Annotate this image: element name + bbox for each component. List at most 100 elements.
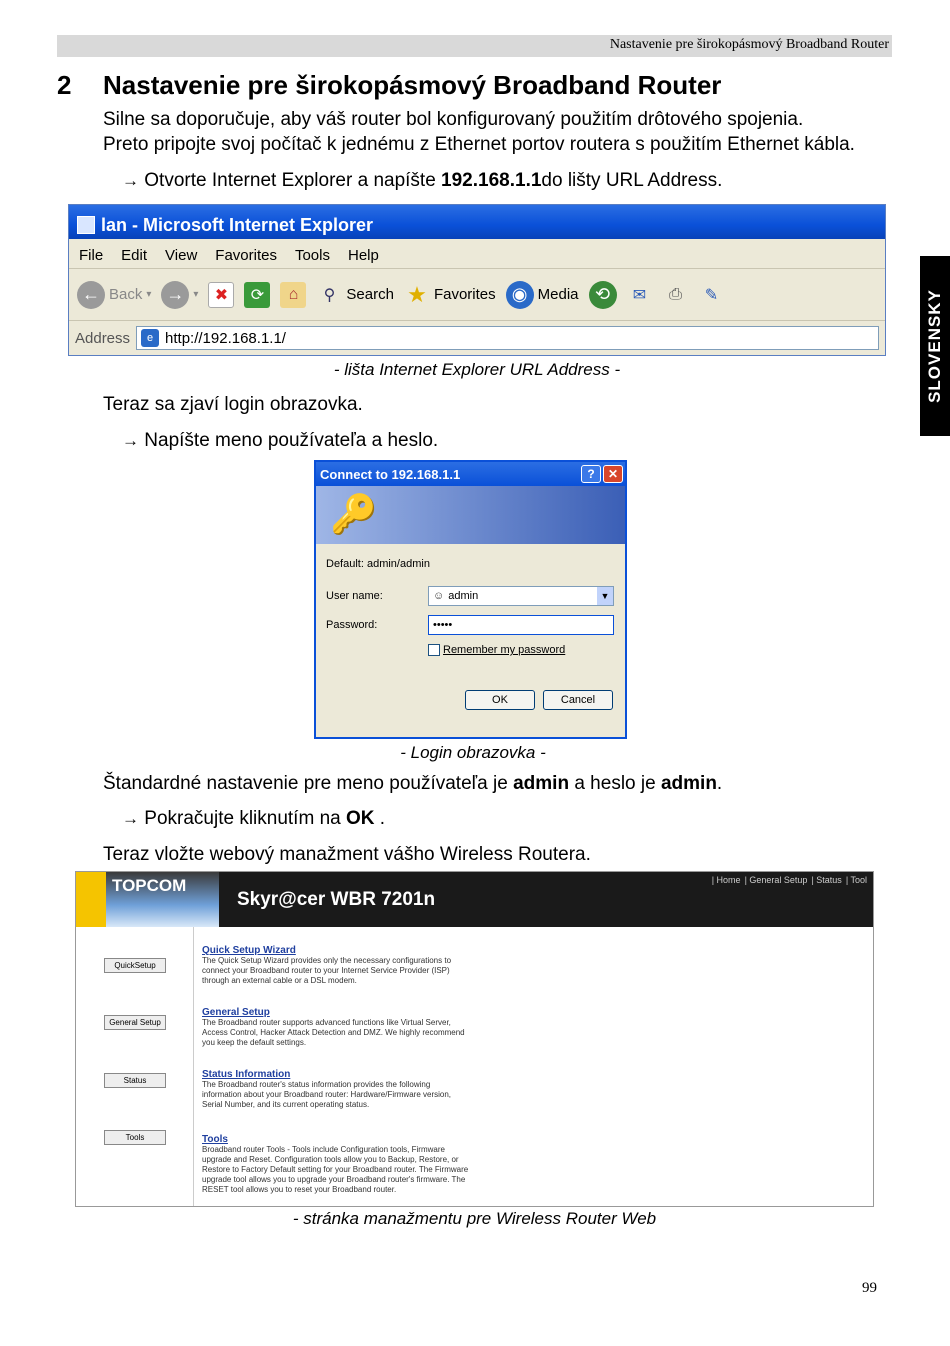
password-field[interactable]: ••••• — [428, 615, 614, 635]
menu-help[interactable]: Help — [348, 247, 379, 264]
menu-tools[interactable]: Tools — [295, 247, 330, 264]
status-button[interactable]: Status — [104, 1073, 166, 1088]
history-icon[interactable]: ⟲ — [588, 280, 617, 309]
ie-toolbar: ← Back ▾ → ▾ ✖ ⟳ ⌂ ⚲ Search ★ Favorites ◉ Med… — [69, 269, 885, 321]
ie-window-screenshot: lan - Microsoft Internet Explorer File E… — [68, 204, 886, 356]
para-web-management: Teraz vložte webový manažment vášho Wire… — [103, 844, 591, 865]
username-field[interactable]: ☺ admin ▼ — [428, 586, 614, 606]
section-desc: The Quick Setup Wizard provides only the… — [202, 956, 452, 985]
arrow-icon: → — [122, 809, 139, 828]
dropdown-icon: ▾ — [193, 289, 199, 300]
media-globe-icon: ◉ — [505, 280, 534, 309]
section-link[interactable]: Status Information — [202, 1069, 472, 1080]
cancel-button[interactable]: Cancel — [543, 690, 613, 710]
intro-line-2: Preto pripojte svoj počítač k jednému z … — [103, 134, 855, 155]
address-value: http://192.168.1.1/ — [165, 329, 286, 347]
ip-address: 192.168.1.1 — [441, 170, 542, 191]
link-general-setup[interactable]: | General Setup — [745, 875, 808, 885]
ie-title-bar: lan - Microsoft Internet Explorer — [69, 205, 885, 239]
menu-file[interactable]: File — [79, 247, 103, 264]
step-2: → Napíšte meno používateľa a heslo. — [122, 428, 438, 453]
back-button[interactable]: ← Back ▾ — [77, 280, 152, 309]
ie-page-icon: e — [141, 329, 160, 347]
username-label: User name: — [326, 590, 383, 602]
remember-label: Remember my password — [443, 644, 566, 656]
home-icon[interactable]: ⌂ — [280, 281, 307, 308]
chevron-down-icon[interactable]: ▼ — [597, 587, 613, 605]
section-number: 2 — [57, 70, 72, 100]
section-title: Nastavenie pre širokopásmový Broadband R… — [103, 70, 722, 100]
search-button[interactable]: ⚲ Search — [316, 282, 394, 308]
login-dialog-screenshot: Connect to 192.168.1.1 ? ✕ 🔑 Default: adm… — [314, 460, 627, 739]
para-text-end: . — [716, 773, 723, 794]
link-tool[interactable]: | Tool — [846, 875, 867, 885]
quicksetup-button[interactable]: QuickSetup — [104, 958, 166, 973]
ie-menu-bar: File Edit View Favorites Tools Help — [69, 239, 885, 269]
close-icon[interactable]: ✕ — [603, 465, 623, 483]
running-header: Nastavenie pre širokopásmový Broadband R… — [57, 35, 892, 57]
address-input[interactable]: e http://192.168.1.1/ — [136, 326, 879, 350]
forward-button[interactable]: → ▾ — [161, 280, 199, 309]
section-desc: The Broadband router's status informatio… — [202, 1080, 452, 1109]
step-2-text: Napíšte meno používateľa a heslo. — [144, 430, 439, 451]
menu-view[interactable]: View — [165, 247, 197, 264]
media-button[interactable]: ◉ Media — [505, 280, 579, 309]
step-1-text-end: do lišty URL Address. — [541, 170, 723, 191]
dialog-body: Default: admin/admin User name: ☺ admin … — [316, 544, 625, 724]
keys-icon: 🔑 — [330, 494, 378, 536]
username-bold: admin — [513, 773, 570, 794]
forward-arrow-icon: → — [161, 280, 190, 309]
refresh-icon[interactable]: ⟳ — [244, 281, 271, 308]
stop-icon[interactable]: ✖ — [208, 281, 235, 308]
ie-title: lan - Microsoft Internet Explorer — [101, 214, 374, 235]
ok-button[interactable]: OK — [465, 690, 535, 710]
menu-favorites[interactable]: Favorites — [215, 247, 277, 264]
password-bold: admin — [660, 773, 717, 794]
step-1-text: Otvorte Internet Explorer a napíšte — [144, 170, 442, 191]
remember-checkbox[interactable] — [428, 644, 440, 656]
accent-strip — [76, 872, 106, 927]
section-desc: Broadband router Tools - Tools include C… — [202, 1145, 469, 1194]
dialog-banner: 🔑 — [316, 486, 625, 544]
back-label: Back — [109, 286, 143, 303]
link-home[interactable]: | Home — [712, 875, 741, 885]
password-label: Password: — [326, 619, 378, 631]
section-link[interactable]: General Setup — [202, 1007, 472, 1018]
default-hint: Default: admin/admin — [326, 558, 430, 570]
router-content: Quick Setup Wizard The Quick Setup Wizard… — [202, 945, 472, 1205]
router-web-screenshot: TOPCOM Skyr@cer WBR 7201n | Home | Gener… — [75, 871, 874, 1207]
media-label: Media — [537, 286, 579, 303]
address-label: Address — [75, 329, 131, 347]
edit-icon[interactable]: ✎ — [699, 282, 725, 308]
tools-button[interactable]: Tools — [104, 1130, 166, 1145]
para-text-mid: a heslo je — [569, 773, 661, 794]
link-status[interactable]: | Status — [811, 875, 841, 885]
dropdown-icon: ▾ — [146, 289, 152, 300]
star-icon: ★ — [407, 281, 427, 307]
step-3-text: Pokračujte kliknutím na — [144, 808, 346, 829]
arrow-icon: → — [122, 431, 139, 450]
user-icon: ☺ — [433, 590, 445, 602]
dialog-title: Connect to 192.168.1.1 — [320, 466, 461, 482]
para-default-credentials: Štandardné nastavenie pre meno používate… — [103, 771, 722, 796]
ok-bold: OK — [345, 808, 375, 829]
para-text: Štandardné nastavenie pre meno používate… — [103, 773, 514, 794]
search-icon: ⚲ — [323, 286, 336, 304]
favorites-button[interactable]: ★ Favorites — [404, 282, 496, 308]
help-icon[interactable]: ? — [581, 465, 601, 483]
username-value: admin — [448, 590, 479, 602]
general-setup-button[interactable]: General Setup — [104, 1015, 166, 1030]
print-icon[interactable]: ⎙ — [663, 282, 689, 308]
step-3-text-end: . — [374, 808, 386, 829]
menu-edit[interactable]: Edit — [121, 247, 147, 264]
caption-login: - Login obrazovka - — [400, 743, 546, 762]
router-header: TOPCOM Skyr@cer WBR 7201n | Home | Gener… — [76, 872, 873, 927]
para-login: Teraz sa zjaví login obrazovka. — [103, 394, 363, 415]
section-link[interactable]: Quick Setup Wizard — [202, 945, 472, 956]
side-tab-label: SLOVENSKY — [925, 289, 944, 403]
step-3: → Pokračujte kliknutím na OK . — [122, 806, 385, 831]
arrow-icon: → — [122, 171, 139, 190]
section-link[interactable]: Tools — [202, 1134, 472, 1145]
favorites-label: Favorites — [433, 286, 496, 303]
mail-icon[interactable]: ✉ — [627, 282, 653, 308]
